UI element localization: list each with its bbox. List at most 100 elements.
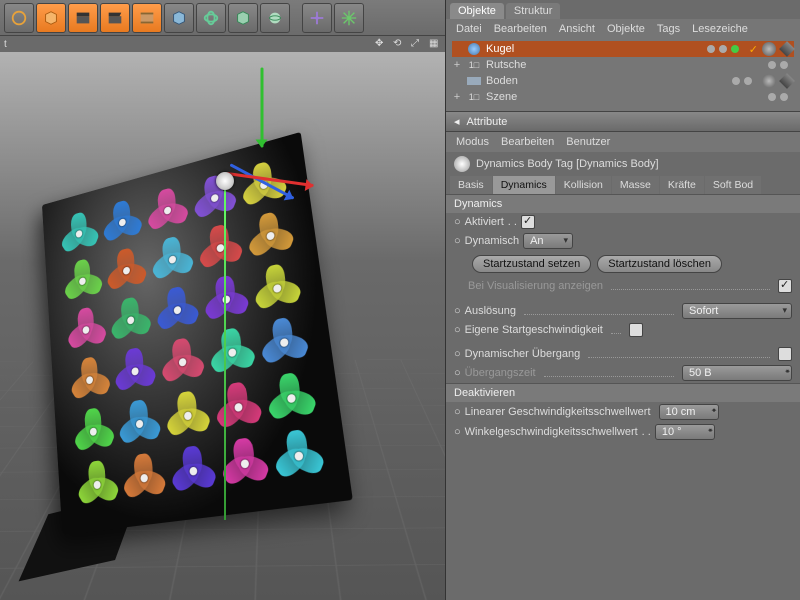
tool-arrows-icon[interactable] xyxy=(334,3,364,33)
tri-piece xyxy=(75,457,121,513)
attr-tab-basis[interactable]: Basis xyxy=(450,176,492,194)
circle-icon: ○ xyxy=(454,324,461,336)
dyn-uebergang-checkbox[interactable] xyxy=(778,347,792,361)
tool-cube3-icon[interactable] xyxy=(228,3,258,33)
menu-lesezeichen[interactable]: Lesezeiche xyxy=(692,23,748,35)
tool-clapper-icon[interactable] xyxy=(68,3,98,33)
dynamisch-select[interactable]: An xyxy=(523,233,573,249)
tree-item-label: Boden xyxy=(486,75,562,87)
attr-tab-kollision[interactable]: Kollision xyxy=(556,176,611,194)
vp-frame-icon[interactable]: ▦ xyxy=(429,38,441,50)
attribute-header: ◂ Attribute xyxy=(446,111,800,132)
dynamics-tag-icon[interactable] xyxy=(779,73,795,89)
circle-icon: ○ xyxy=(454,367,461,379)
tri-piece xyxy=(71,404,116,459)
ausloesung-select[interactable]: Sofort xyxy=(682,303,792,319)
expand-icon[interactable]: + xyxy=(452,59,462,71)
uebergangszeit-field[interactable]: 50 B xyxy=(682,365,792,381)
dyn-uebergang-label: Dynamischer Übergang xyxy=(465,348,581,360)
attr-menu-benutzer[interactable]: Benutzer xyxy=(566,136,610,148)
aktiviert-checkbox[interactable] xyxy=(521,215,535,229)
visualisierung-checkbox[interactable] xyxy=(778,279,792,293)
expand-icon[interactable]: + xyxy=(452,91,462,103)
tri-piece xyxy=(65,303,109,358)
winkel-label: Winkelgeschwindigkeitsschwellwert xyxy=(465,426,638,438)
gizmo-y-axis[interactable] xyxy=(261,68,264,148)
visualisierung-label: Bei Visualisierung anzeigen xyxy=(468,280,603,292)
uebergangszeit-label: Übergangszeit xyxy=(465,367,536,379)
attr-tab-kräfte[interactable]: Kräfte xyxy=(660,176,704,194)
material-tag-icon[interactable] xyxy=(762,42,776,56)
menu-objekte[interactable]: Objekte xyxy=(607,23,645,35)
attr-tab-dynamics[interactable]: Dynamics xyxy=(493,176,555,194)
check-icon[interactable]: ✓ xyxy=(749,43,758,56)
object-tree[interactable]: Kugel✓+1□RutscheBoden+1□Szene xyxy=(446,39,800,111)
tool-clapper2-icon[interactable] xyxy=(100,3,130,33)
menu-datei[interactable]: Datei xyxy=(456,23,482,35)
tri-piece xyxy=(144,182,191,238)
menu-ansicht[interactable]: Ansicht xyxy=(559,23,595,35)
attr-menu-bearbeiten[interactable]: Bearbeiten xyxy=(501,136,554,148)
tree-item-label: Szene xyxy=(486,91,562,103)
gizmo-y-line xyxy=(224,180,226,520)
visibility-dots[interactable] xyxy=(707,45,745,53)
viewport[interactable]: t ✥ ⟲ ⤢ ▦ xyxy=(0,36,445,600)
tab-objekte[interactable]: Objekte xyxy=(450,3,504,19)
transform-gizmo[interactable] xyxy=(200,146,340,236)
tri-piece xyxy=(62,254,105,308)
eigene-start-label: Eigene Startgeschwindigkeit xyxy=(465,324,603,336)
visibility-dots[interactable] xyxy=(768,61,794,69)
tool-film-icon[interactable] xyxy=(132,3,162,33)
attr-tab-soft bod[interactable]: Soft Bod xyxy=(705,176,761,194)
tree-row-szene[interactable]: +1□Szene xyxy=(452,89,794,105)
startzustand-loeschen-button[interactable]: Startzustand löschen xyxy=(597,255,722,273)
tool-cube2-icon[interactable] xyxy=(164,3,194,33)
tri-piece xyxy=(68,353,112,408)
tool-sphere-icon[interactable] xyxy=(260,3,290,33)
tool-ring-icon[interactable] xyxy=(196,3,226,33)
vp-move-icon[interactable]: ✥ xyxy=(375,38,387,50)
dynamics-tag-icon[interactable] xyxy=(779,41,795,57)
menu-tags[interactable]: Tags xyxy=(657,23,680,35)
attr-tab-masse[interactable]: Masse xyxy=(612,176,659,194)
circle-icon: ○ xyxy=(454,426,461,438)
lin-field[interactable]: 10 cm xyxy=(659,404,719,420)
tab-struktur[interactable]: Struktur xyxy=(506,3,561,19)
startzustand-setzen-button[interactable]: Startzustand setzen xyxy=(472,255,591,273)
tag-name-label: Dynamics Body Tag [Dynamics Body] xyxy=(476,158,659,170)
menu-bearbeiten[interactable]: Bearbeiten xyxy=(494,23,547,35)
tri-piece xyxy=(104,243,149,298)
attribute-tabs: BasisDynamicsKollisionMasseKräfteSoft Bo… xyxy=(446,176,800,194)
ausloesung-label: Auslösung xyxy=(465,305,516,317)
tree-row-rutsche[interactable]: +1□Rutsche xyxy=(452,57,794,73)
material-tag-icon[interactable] xyxy=(762,74,776,88)
tree-row-kugel[interactable]: Kugel✓ xyxy=(452,41,794,57)
tool-cross-icon[interactable] xyxy=(302,3,332,33)
tri-piece xyxy=(263,368,320,429)
tri-piece xyxy=(168,442,219,501)
visibility-dots[interactable] xyxy=(768,93,794,101)
null-icon: 1□ xyxy=(466,58,482,72)
circle-icon: ○ xyxy=(454,235,461,247)
tag-title: Dynamics Body Tag [Dynamics Body] xyxy=(446,152,800,176)
tri-piece xyxy=(116,395,164,452)
tool-cube-icon[interactable] xyxy=(36,3,66,33)
sphere-icon xyxy=(466,42,482,56)
tree-row-boden[interactable]: Boden xyxy=(452,73,794,89)
eigene-start-checkbox[interactable] xyxy=(629,323,643,337)
visibility-dots[interactable] xyxy=(732,77,758,85)
attr-menu-modus[interactable]: Modus xyxy=(456,136,489,148)
kugel-object[interactable] xyxy=(216,172,234,190)
tri-piece xyxy=(250,259,304,319)
tri-piece xyxy=(163,387,214,445)
vp-zoom-icon[interactable]: ⤢ xyxy=(411,38,423,50)
vp-rotate-icon[interactable]: ⟲ xyxy=(393,38,405,50)
tri-piece xyxy=(206,323,258,382)
floor-icon xyxy=(466,74,482,88)
tri-piece xyxy=(201,270,252,328)
tri-piece xyxy=(112,343,159,399)
tri-piece xyxy=(158,333,208,391)
tool-circle-icon[interactable] xyxy=(4,3,34,33)
winkel-field[interactable]: 10 ° xyxy=(655,424,715,440)
circle-icon: ○ xyxy=(454,216,461,228)
